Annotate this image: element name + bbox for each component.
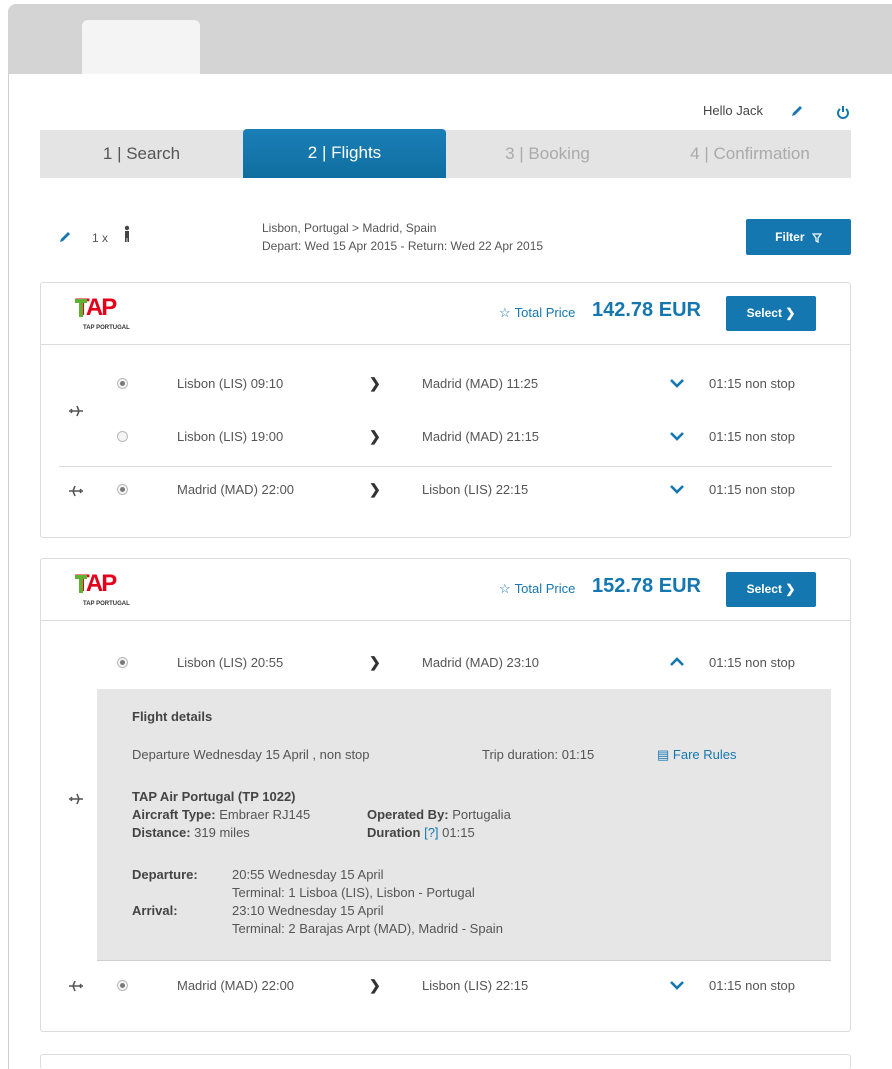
duration-help-link[interactable]: [?] [424, 825, 438, 840]
flight-option-row[interactable]: Lisbon (LIS) 09:10 ❯ Madrid (MAD) 11:25 … [41, 369, 850, 399]
flight-to: Madrid (MAD) 21:15 [422, 429, 540, 444]
total-price-label: ☆ Total Price [499, 581, 576, 596]
trip-duration: Trip duration: 01:15 [482, 747, 595, 762]
flight-option-row[interactable]: Lisbon (LIS) 19:00 ❯ Madrid (MAD) 21:15 … [41, 422, 850, 452]
flight-result-card: TAP TAP PORTUGAL ☆ Total Price 152.78 EUR… [40, 558, 851, 1032]
tap-logo: TAP TAP PORTUGAL [75, 294, 130, 331]
departure-time: 20:55 Wednesday 15 April [232, 867, 384, 882]
dates-summary: Depart: Wed 15 Apr 2015 - Return: Wed 22… [262, 239, 544, 253]
chevron-right-icon: ❯ [369, 375, 381, 391]
flight-duration: 01:15 non stop [709, 376, 796, 391]
flight-result-card [40, 1054, 851, 1069]
card-header: TAP TAP PORTUGAL ☆ Total Price 142.78 EUR… [41, 283, 850, 345]
plane-departure-icon [69, 405, 83, 417]
chevron-right-icon: ❯ [369, 977, 381, 993]
step-confirmation: 4 | Confirmation [690, 144, 810, 163]
star-icon[interactable]: ☆ [499, 581, 511, 596]
flight-from: Lisbon (LIS) 20:55 [177, 655, 284, 670]
operated-by: Operated By: Portugalia [367, 807, 511, 822]
card-header: TAP TAP PORTUGAL ☆ Total Price 152.78 EUR… [41, 559, 850, 621]
flight-from: Madrid (MAD) 22:00 [177, 978, 295, 993]
chevron-right-icon: ❯ [369, 654, 381, 670]
flight-option-row[interactable]: Madrid (MAD) 22:00 ❯ Lisbon (LIS) 22:15 … [41, 475, 850, 505]
select-button-label: Select [746, 306, 782, 320]
chevron-down-icon[interactable] [669, 375, 685, 391]
flight-to: Lisbon (LIS) 22:15 [422, 482, 529, 497]
star-icon[interactable]: ☆ [499, 305, 511, 320]
arrival-time: 23:10 Wednesday 15 April [232, 903, 384, 918]
select-button-label: Select [746, 582, 782, 596]
power-icon[interactable] [836, 105, 850, 119]
arrival-terminal: Terminal: 2 Barajas Arpt (MAD), Madrid -… [232, 921, 503, 936]
flight-details-panel: Flight details Departure Wednesday 15 Ap… [97, 689, 831, 961]
flight-duration-detail: Duration [?] 01:15 [367, 825, 475, 840]
flight-duration: 01:15 non stop [709, 655, 796, 670]
plane-departure-icon [69, 793, 83, 805]
flight-from: Lisbon (LIS) 19:00 [177, 429, 284, 444]
route-summary: Lisbon, Portugal > Madrid, Spain [262, 221, 437, 235]
departure-summary: Departure Wednesday 15 April , non stop [132, 747, 370, 762]
chevron-right-icon: ❯ [369, 481, 381, 497]
chevron-right-icon: ❯ [369, 428, 381, 444]
search-summary: 1 x Lisbon, Portugal > Madrid, Spain Dep… [40, 214, 851, 260]
tap-logo: TAP TAP PORTUGAL [75, 570, 130, 607]
svg-text:TAP PORTUGAL: TAP PORTUGAL [83, 325, 130, 331]
aircraft-type: Aircraft Type: Embraer RJ145 [132, 807, 311, 822]
user-greeting: Hello Jack [703, 103, 763, 118]
step-flights[interactable]: 2 | Flights [243, 129, 446, 178]
radio-button[interactable] [117, 484, 128, 495]
radio-button[interactable] [117, 378, 128, 389]
select-button[interactable]: Select ❯ [726, 572, 816, 607]
svg-text:TAP PORTUGAL: TAP PORTUGAL [83, 601, 130, 607]
total-price: 142.78 EUR [592, 299, 701, 321]
chevron-right-icon: ❯ [785, 306, 796, 320]
flight-to: Lisbon (LIS) 22:15 [422, 978, 529, 993]
step-search[interactable]: 1 | Search [40, 130, 243, 178]
pencil-icon[interactable] [790, 104, 804, 118]
total-price: 152.78 EUR [592, 575, 701, 597]
flight-option-row[interactable]: Lisbon (LIS) 20:55 ❯ Madrid (MAD) 23:10 … [41, 648, 850, 678]
radio-button[interactable] [117, 431, 128, 442]
progress-steps: 1 | Search 2 | Flights 3 | Booking 4 | C… [40, 129, 851, 178]
arrival-label: Arrival: [132, 903, 178, 918]
flight-duration: 01:15 non stop [709, 429, 796, 444]
flight-duration: 01:15 non stop [709, 482, 796, 497]
passenger-count: 1 x [92, 231, 109, 245]
user-bar: Hello Jack [0, 100, 892, 122]
flight-to: Madrid (MAD) 23:10 [422, 655, 540, 670]
details-title: Flight details [132, 709, 213, 724]
chevron-down-icon[interactable] [669, 977, 685, 993]
filter-button-label: Filter [775, 230, 805, 244]
chevron-right-icon: ❯ [785, 582, 796, 596]
radio-button[interactable] [117, 980, 128, 991]
chevron-down-icon[interactable] [669, 481, 685, 497]
browser-tab[interactable] [82, 20, 200, 74]
chevron-down-icon[interactable] [669, 428, 685, 444]
total-price-label: ☆ Total Price [499, 305, 576, 320]
flight-from: Lisbon (LIS) 09:10 [177, 376, 284, 391]
flight-option-row[interactable]: Madrid (MAD) 22:00 ❯ Lisbon (LIS) 22:15 … [41, 971, 850, 1001]
fare-rules-link[interactable]: ▤ Fare Rules [657, 747, 737, 763]
radio-button[interactable] [117, 657, 128, 668]
distance: Distance: 319 miles [132, 825, 250, 840]
filter-button[interactable]: Filter [746, 219, 851, 255]
flight-result-card: TAP TAP PORTUGAL ☆ Total Price 142.78 EUR… [40, 282, 851, 538]
departure-terminal: Terminal: 1 Lisboa (LIS), Lisbon - Portu… [232, 885, 475, 900]
flight-to: Madrid (MAD) 11:25 [422, 376, 539, 391]
select-button[interactable]: Select ❯ [726, 296, 816, 331]
filter-icon [811, 233, 822, 243]
flight-name: TAP Air Portugal (TP 1022) [132, 789, 296, 804]
pencil-icon[interactable] [58, 230, 72, 244]
departure-label: Departure: [132, 867, 198, 882]
fare-rules-icon: ▤ [657, 747, 670, 762]
person-icon [124, 225, 130, 242]
flight-from: Madrid (MAD) 22:00 [177, 482, 295, 497]
flight-duration: 01:15 non stop [709, 978, 796, 993]
step-booking: 3 | Booking [505, 144, 590, 163]
divider [59, 466, 832, 467]
chevron-up-icon[interactable] [669, 654, 685, 670]
